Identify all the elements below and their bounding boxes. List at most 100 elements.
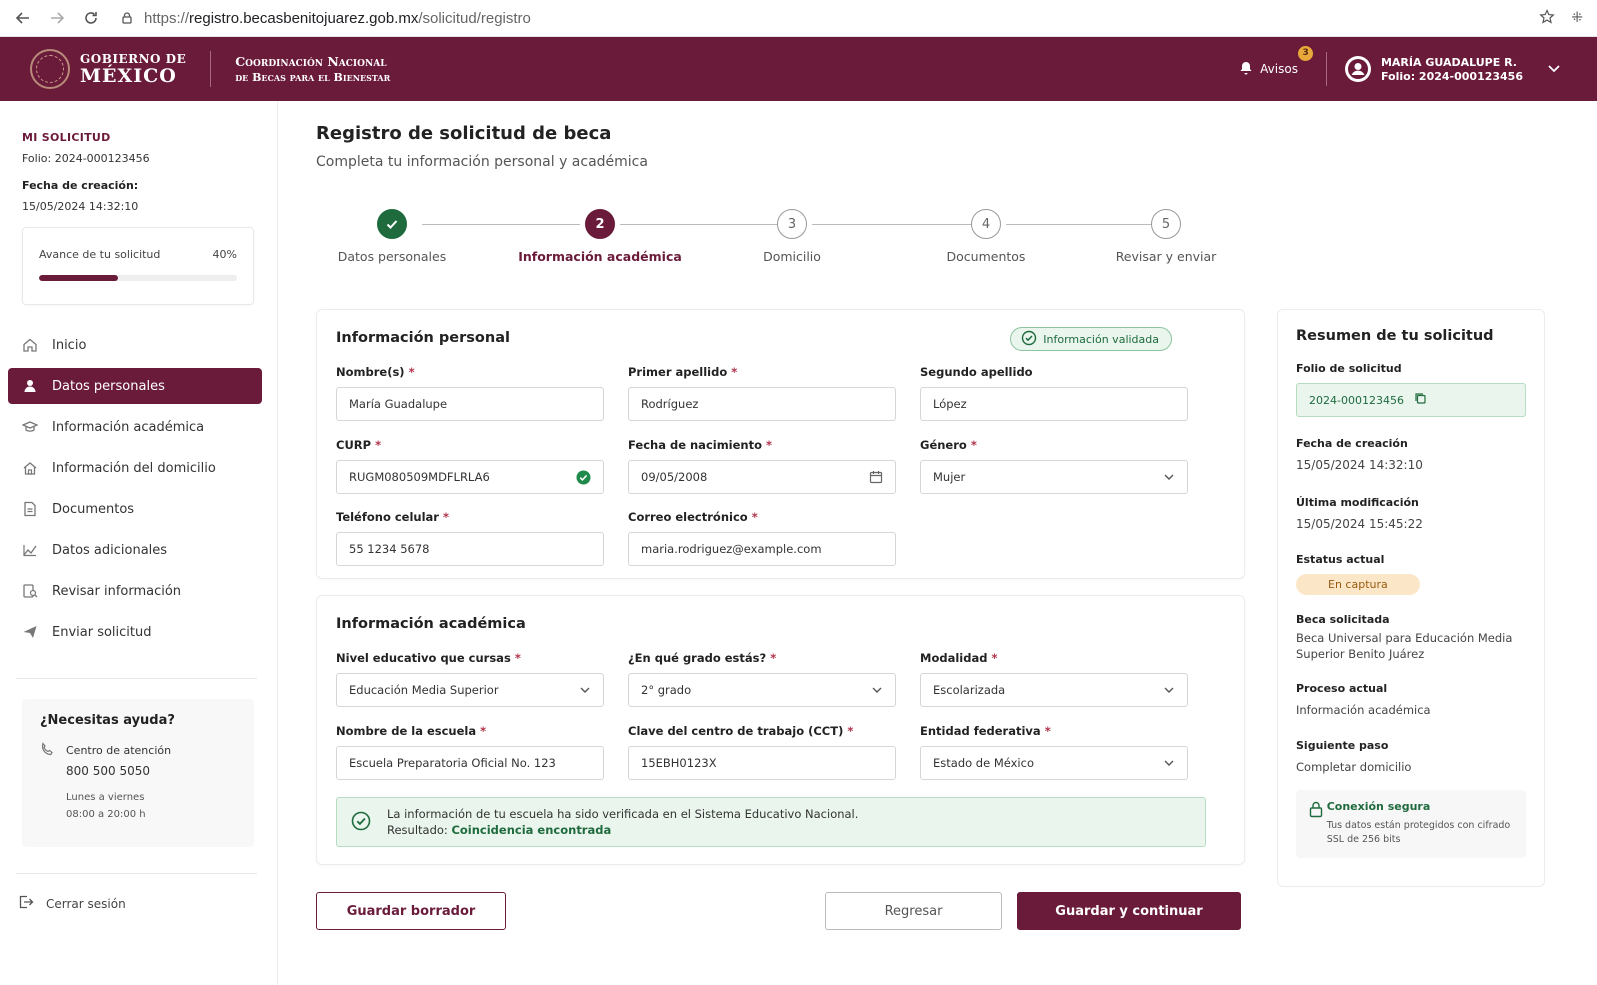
stepper: Datos personales 2 Información académica… [316,209,1246,269]
address-bar[interactable]: https://registro.becasbenitojuarez.gob.m… [120,10,1539,27]
summary-folio-value: 2024-000123456 [1309,393,1404,407]
user-menu[interactable]: MARÍA GUADALUPE R. Folio: 2024-000123456 [1344,55,1561,84]
segundo-apellido-input[interactable]: López [920,387,1188,421]
cct-field: Clave del centro de trabajo (CCT) * 15EB… [628,724,896,780]
reload-icon[interactable] [74,1,108,35]
check-circle-icon [1021,330,1037,349]
step-domicilio[interactable]: 3 Domicilio [702,209,882,264]
save-draft-button[interactable]: Guardar borrador [316,892,506,930]
verification-result-label: Resultado: [387,823,448,837]
nivel-select[interactable]: Educación Media Superior [336,673,604,707]
status-badge: En captura [1296,574,1420,595]
summary-modified-label: Última modificación [1296,496,1419,509]
modalidad-select[interactable]: Escolarizada [920,673,1188,707]
summary-next-value: Completar domicilio [1296,760,1412,775]
step-documentos[interactable]: 4 Documentos [896,209,1076,264]
copy-icon[interactable] [1414,392,1427,408]
gobierno-logo[interactable]: GOBIERNO DE MÉXICO [30,49,186,89]
fecha-nacimiento-input[interactable]: 09/05/2008 [628,460,896,494]
summary-created-value: 15/05/2024 14:32:10 [1296,458,1423,472]
sidebar-divider [16,873,257,874]
review-icon [22,583,38,599]
curp-input[interactable]: RUGM080509MDFLRLA6 [336,460,604,494]
chevron-down-icon [579,684,591,696]
step-informacion-academica[interactable]: 2 Información académica [510,209,690,264]
save-continue-button[interactable]: Guardar y continuar [1017,892,1241,930]
cct-input[interactable]: 15EBH0123X [628,746,896,780]
summary-folio-box: 2024-000123456 [1296,383,1526,417]
sidebar-item-inicio[interactable]: Inicio [8,327,262,363]
extensions-icon[interactable]: ⁜ [1571,10,1583,26]
sidebar-item-label: Datos personales [52,378,165,394]
sidebar-item-enviar[interactable]: Enviar solicitud [8,614,262,650]
send-icon [22,624,38,640]
sidebar-item-revisar[interactable]: Revisar información [8,573,262,609]
phone-icon [40,742,66,781]
house-icon [22,460,38,476]
avisos-badge: 3 [1298,45,1314,61]
sidebar-item-label: Documentos [52,501,135,517]
nivel-field: Nivel educativo que cursas * Educación M… [336,651,604,707]
modalidad-field: Modalidad * Escolarizada [920,651,1188,707]
telefono-field: Teléfono celular * 55 1234 5678 [336,510,604,566]
entidad-select[interactable]: Estado de México [920,746,1188,780]
summary-beca-value: Beca Universal para Educación Media Supe… [1296,631,1513,662]
sidebar-item-datos-adicionales[interactable]: Datos adicionales [8,532,262,568]
back-arrow-icon[interactable] [6,1,40,35]
avisos-label: Avisos [1260,62,1298,76]
step-label: Información académica [518,249,682,264]
telefono-input[interactable]: 55 1234 5678 [336,532,604,566]
logo-line1: GOBIERNO DE [80,51,187,66]
help-days: Lunes a viernes [66,792,145,804]
personal-info-card: Información personal Información validad… [316,309,1245,579]
help-phone[interactable]: 800 500 5050 [66,761,171,781]
check-circle-icon [351,811,371,834]
step-check-icon [377,209,407,239]
step-revisar-enviar[interactable]: 5 Revisar y enviar [1076,209,1256,264]
progress-bar [39,275,237,281]
correo-input[interactable]: maria.rodriguez@example.com [628,532,896,566]
primer-apellido-field: Primer apellido * Rodríguez [628,365,896,421]
back-button[interactable]: Regresar [825,892,1002,930]
logo-line2: MÉXICO [80,64,177,87]
nombre-input[interactable]: María Guadalupe [336,387,604,421]
step-datos-personales[interactable]: Datos personales [302,209,482,264]
sidebar-item-datos-personales[interactable]: Datos personales [8,368,262,404]
bookmark-star-icon[interactable] [1539,8,1555,28]
escuela-input[interactable]: Escuela Preparatoria Oficial No. 123 [336,746,604,780]
mi-solicitud-title: MI SOLICITUD [22,131,111,144]
user-folio: Folio: 2024-000123456 [1380,70,1523,84]
sidebar-item-label: Enviar solicitud [52,624,152,640]
summary-beca-label: Beca solicitada [1296,613,1390,626]
site-header: GOBIERNO DE MÉXICO Coordinación Nacional… [0,37,1597,101]
calendar-icon[interactable] [869,470,883,484]
step-label: Revisar y enviar [1115,249,1217,264]
sidebar-folio: Folio: 2024-000123456 [22,152,150,165]
primer-apellido-input[interactable]: Rodríguez [628,387,896,421]
logout-button[interactable]: Cerrar sesión [18,894,277,913]
sidebar-item-label: Revisar información [52,583,182,599]
user-avatar-icon [1344,56,1371,82]
step-label: Domicilio [763,249,821,264]
sidebar-item-documentos[interactable]: Documentos [8,491,262,527]
verified-check-icon [576,470,591,485]
chevron-down-icon [1163,684,1175,696]
grado-select[interactable]: 2° grado [628,673,896,707]
padlock-icon [1308,800,1327,848]
chevron-down-icon[interactable] [1547,61,1561,78]
step-label: Datos personales [337,249,447,264]
summary-modified-value: 15/05/2024 15:45:22 [1296,517,1423,531]
forward-arrow-icon[interactable] [40,1,74,35]
avisos-button[interactable]: Avisos 3 [1238,45,1314,79]
help-card: ¿Necesitas ayuda? Centro de atención 800… [22,699,254,847]
bell-icon [1238,60,1254,79]
summary-status-label: Estatus actual [1296,553,1385,566]
genero-select[interactable]: Mujer [920,460,1188,494]
summary-panel: Resumen de tu solicitud Folio de solicit… [1277,309,1545,887]
lock-icon [120,11,134,25]
sidebar-item-informacion-academica[interactable]: Información académica [8,409,262,445]
summary-process-value: Información académica [1296,703,1431,718]
sidebar-item-domicilio[interactable]: Información del domicilio [8,450,262,486]
secure-title: Conexión segura [1326,800,1431,814]
document-icon [22,501,38,517]
